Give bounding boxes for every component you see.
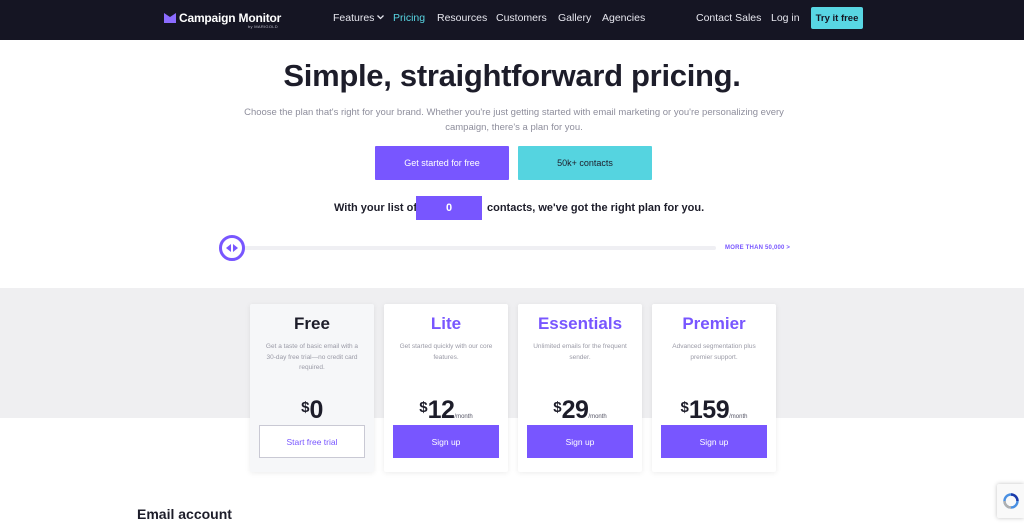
brand-subtitle: by MARIGOLD <box>248 24 278 29</box>
plan-currency: $ <box>680 399 689 416</box>
plan-amount: 159 <box>688 396 730 424</box>
plan-currency: $ <box>419 399 428 416</box>
brand-logo[interactable]: Campaign Monitor by MARIGOLD <box>164 11 282 29</box>
brand-name: Campaign Monitor <box>179 11 282 25</box>
plan-name: Essentials <box>537 314 623 333</box>
plan-description: Advanced segmentation plus premier suppo… <box>672 343 756 361</box>
essentials-sign-up-button[interactable]: Sign up <box>527 425 633 458</box>
plan-name: Premier <box>682 314 746 333</box>
plan-name: Lite <box>430 314 462 333</box>
plan-card-lite: Lite Get started quickly with our core f… <box>384 304 508 472</box>
plan-period: /month <box>454 414 473 420</box>
nav-resources[interactable]: Resources <box>437 12 487 24</box>
premier-sign-up-button[interactable]: Sign up <box>661 425 767 458</box>
plan-price: $159/month <box>652 396 776 425</box>
plan-price: $12/month <box>384 396 508 425</box>
nav-gallery[interactable]: Gallery <box>558 12 591 24</box>
drag-arrows-icon <box>226 244 238 252</box>
plan-description: Get started quickly with our core featur… <box>399 343 493 361</box>
plan-period: /month <box>729 414 748 420</box>
50k-contacts-tab[interactable]: 50k+ contacts <box>518 146 652 180</box>
top-nav: Campaign Monitor by MARIGOLD Features Pr… <box>0 0 1024 40</box>
chevron-down-icon <box>377 15 385 20</box>
contacts-sentence: With your list of 0 contacts, we've got … <box>0 196 1024 220</box>
contacts-suffix: contacts, we've got the right plan for y… <box>487 202 705 214</box>
logo-icon <box>164 13 176 23</box>
plan-card-premier: Premier Advanced segmentation plus premi… <box>652 304 776 472</box>
start-free-trial-button[interactable]: Start free trial <box>259 425 365 458</box>
nav-features-label: Features <box>333 12 375 24</box>
plan-currency: $ <box>553 399 562 416</box>
plan-price: $29/month <box>518 396 642 425</box>
nav-customers[interactable]: Customers <box>496 12 547 24</box>
lite-sign-up-button[interactable]: Sign up <box>393 425 499 458</box>
try-it-free-button[interactable]: Try it free <box>811 7 863 29</box>
nav-log-in[interactable]: Log in <box>771 12 800 24</box>
plan-description: Unlimited emails for the frequent sender… <box>533 343 627 361</box>
plan-card-essentials: Essentials Unlimited emails for the freq… <box>518 304 642 472</box>
recaptcha-icon <box>1002 493 1019 509</box>
nav-pricing[interactable]: Pricing <box>393 12 425 24</box>
plan-price: $0 <box>250 396 374 425</box>
contacts-slider-handle[interactable] <box>219 235 245 261</box>
plan-period: /month <box>588 414 607 420</box>
pricing-band <box>0 288 1024 418</box>
plan-card-free: Free Get a taste of basic email with a 3… <box>250 304 374 472</box>
nav-contact-sales[interactable]: Contact Sales <box>696 12 761 24</box>
more-than-50000-link[interactable]: MORE THAN 50,000 > <box>725 245 790 251</box>
plan-amount: 0 <box>309 396 323 424</box>
recaptcha-badge[interactable] <box>997 484 1024 518</box>
plan-amount: 29 <box>561 396 589 424</box>
email-account-heading: Email account <box>137 506 232 522</box>
contacts-count-input[interactable]: 0 <box>416 196 482 220</box>
plan-amount: 12 <box>427 396 455 424</box>
plan-name: Free <box>294 314 330 333</box>
nav-agencies[interactable]: Agencies <box>602 12 645 24</box>
page-title: Simple, straightforward pricing. <box>283 58 741 93</box>
nav-features[interactable]: Features <box>333 12 385 24</box>
get-started-free-tab[interactable]: Get started for free <box>375 146 509 180</box>
contacts-slider-track[interactable] <box>232 246 716 250</box>
contacts-prefix: With your list of <box>334 202 418 214</box>
page-subtitle: Choose the plan that's right for your br… <box>244 107 784 133</box>
plan-description: Get a taste of basic email with a 30-day… <box>265 343 359 371</box>
